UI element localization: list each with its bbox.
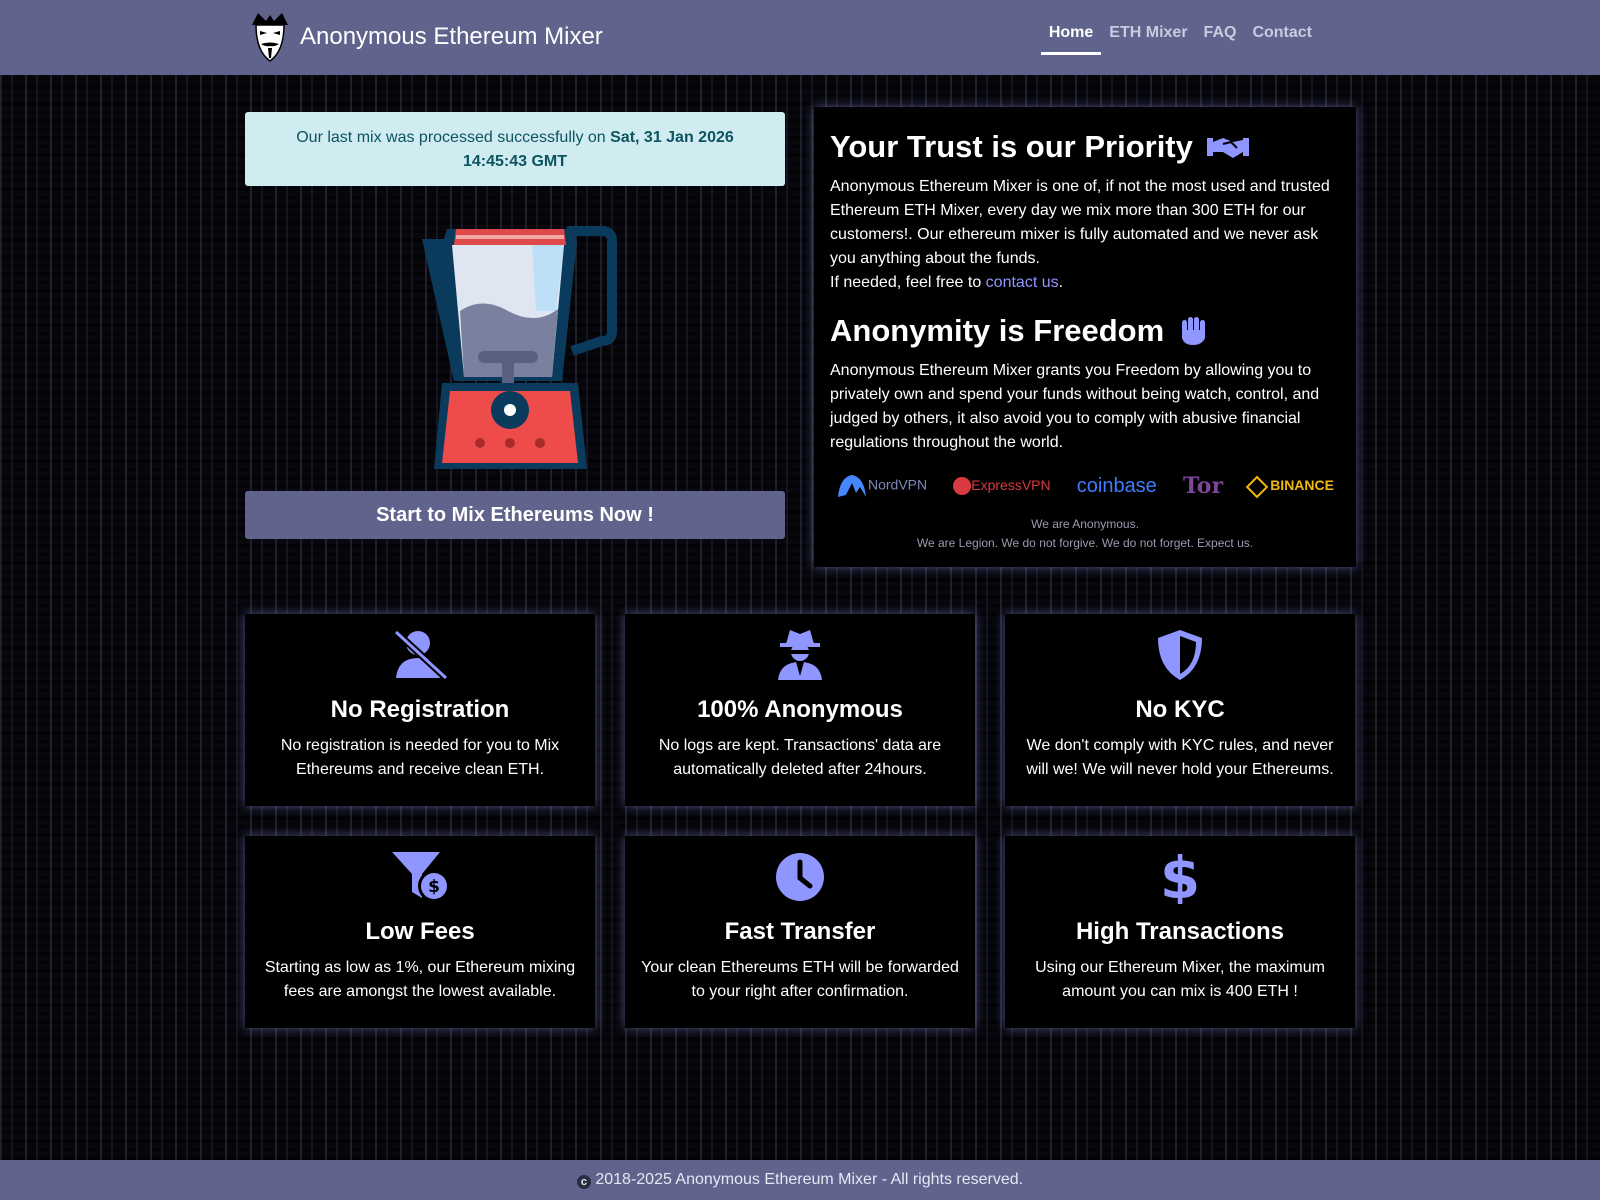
- feature-card-no-registration: No Registration No registration is neede…: [245, 614, 595, 806]
- alert-prefix: Our last mix was processed successfully …: [296, 129, 611, 146]
- contact-us-link[interactable]: contact us: [986, 274, 1059, 291]
- feature-text: We don't comply with KYC rules, and neve…: [1026, 737, 1334, 778]
- feature-title: 100% Anonymous: [697, 696, 903, 723]
- blender-icon: [422, 226, 617, 469]
- main-nav: Home ETH Mixer FAQ Contact: [1040, 24, 1320, 55]
- feature-text: Your clean Ethereums ETH will be forward…: [641, 959, 959, 1000]
- binance-logo: BINANCE: [1245, 475, 1334, 498]
- feature-title: High Transactions: [1075, 918, 1285, 945]
- svg-text:$: $: [428, 877, 440, 897]
- dollar-icon: $: [1160, 850, 1200, 904]
- coinbase-logo: coinbase: [1076, 474, 1157, 497]
- clock-icon: [776, 853, 824, 901]
- last-mix-alert: Our last mix was processed successfully …: [245, 112, 785, 186]
- funnel-dollar-icon: $: [392, 852, 450, 902]
- feature-title: No KYC: [1135, 696, 1225, 723]
- copyright-icon: c: [576, 1175, 591, 1189]
- tor-logo: Tor: [1182, 473, 1224, 499]
- shield-icon: [1158, 630, 1202, 680]
- top-navbar: Anonymous Ethereum Mixer Home ETH Mixer …: [0, 0, 1600, 75]
- nav-home[interactable]: Home: [1040, 24, 1102, 55]
- user-slash-icon: [393, 629, 449, 681]
- trust-heading: Your Trust is our Priority: [830, 129, 1340, 165]
- contact-suffix: .: [1058, 274, 1064, 291]
- freedom-title: Anonymity is Freedom: [830, 313, 1165, 348]
- feature-title: No Registration: [330, 696, 510, 723]
- expressvpn-logo: ExpressVPN: [953, 476, 1051, 496]
- freedom-heading: Anonymity is Freedom: [830, 313, 1340, 349]
- nav-contact[interactable]: Contact: [1244, 24, 1320, 55]
- hand-icon: [1182, 317, 1206, 345]
- anonymous-mask-icon: [252, 13, 288, 62]
- feature-card-low-fees: $ Low Fees Starting as low as 1%, our Et…: [245, 836, 595, 1028]
- feature-card-fast-transfer: Fast Transfer Your clean Ethereums ETH w…: [625, 836, 975, 1028]
- svg-text:$: $: [1160, 850, 1200, 904]
- start-mix-button[interactable]: Start to Mix Ethereums Now !: [245, 491, 785, 539]
- feature-text: Using our Ethereum Mixer, the maximum am…: [1035, 959, 1325, 1000]
- nav-eth-mixer[interactable]: ETH Mixer: [1101, 24, 1195, 55]
- trust-contact-line: If needed, feel free to contact us.: [830, 271, 1340, 295]
- quote-line-2: We are Legion. We do not forgive. We do …: [916, 536, 1254, 550]
- user-secret-icon: [778, 630, 822, 680]
- anonymous-quote: We are Anonymous. We are Legion. We do n…: [830, 515, 1340, 553]
- quote-line-1: We are Anonymous.: [1031, 517, 1139, 531]
- nordvpn-logo: NordVPN: [836, 473, 927, 499]
- feature-card-high-transactions: $ High Transactions Using our Ethereum M…: [1005, 836, 1355, 1028]
- handshake-icon: [1206, 138, 1249, 158]
- contact-prefix: If needed, feel free to: [830, 274, 986, 291]
- nordvpn-text: NordVPN: [868, 476, 928, 493]
- binance-text: BINANCE: [1270, 477, 1334, 494]
- trust-title: Your Trust is our Priority: [830, 129, 1193, 164]
- feature-card-no-kyc: No KYC We don't comply with KYC rules, a…: [1005, 614, 1355, 806]
- trust-panel: Your Trust is our Priority Anonymous Eth…: [814, 107, 1356, 567]
- feature-title: Fast Transfer: [724, 918, 876, 945]
- feature-card-anonymous: 100% Anonymous No logs are kept. Transac…: [625, 614, 975, 806]
- brand-name: Anonymous Ethereum Mixer: [300, 23, 603, 50]
- feature-text: No registration is needed for you to Mix…: [280, 737, 560, 778]
- freedom-text: Anonymous Ethereum Mixer grants you Free…: [830, 362, 1320, 451]
- expressvpn-text: ExpressVPN: [971, 476, 1051, 493]
- feature-text: No logs are kept. Transactions' data are…: [658, 737, 942, 778]
- feature-text: Starting as low as 1%, our Ethereum mixi…: [264, 959, 576, 1000]
- nav-faq[interactable]: FAQ: [1196, 24, 1245, 55]
- feature-title: Low Fees: [365, 918, 475, 945]
- footer-text: 2018-2025 Anonymous Ethereum Mixer - All…: [595, 1171, 1024, 1188]
- partner-logos: NordVPN ExpressVPN coinbase Tor BINANCE: [830, 473, 1340, 499]
- trust-text: Anonymous Ethereum Mixer is one of, if n…: [830, 178, 1330, 267]
- brand[interactable]: Anonymous Ethereum Mixer: [248, 11, 603, 63]
- footer: c 2018-2025 Anonymous Ethereum Mixer - A…: [0, 1160, 1600, 1200]
